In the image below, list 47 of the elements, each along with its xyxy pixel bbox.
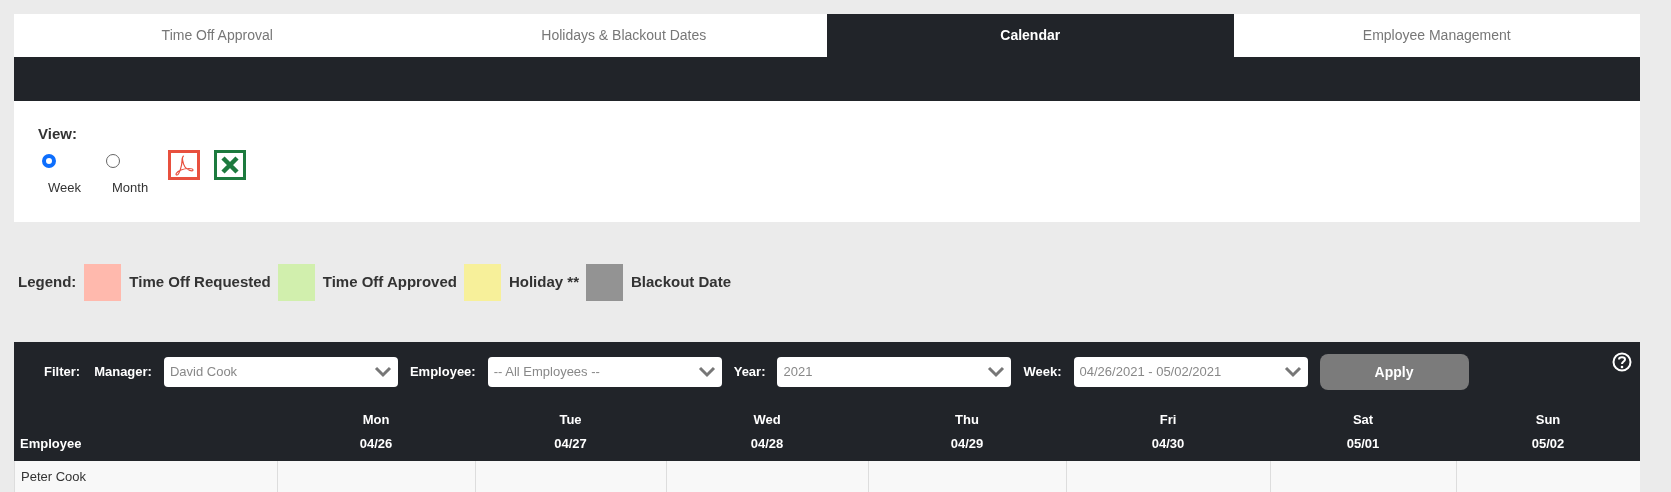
filter-label: Filter: <box>44 363 81 382</box>
day-header: Tue <box>559 411 582 429</box>
help-icon[interactable] <box>1612 352 1632 372</box>
field-label: Manager: <box>94 363 152 382</box>
date-header: 05/01 <box>1346 434 1380 453</box>
date-header: 04/26 <box>359 434 393 453</box>
pdf-icon[interactable] <box>168 149 200 180</box>
legend-text: Time Off Approved <box>322 271 457 292</box>
dropdown[interactable]: 2021 <box>777 357 1012 387</box>
date-header: 04/29 <box>950 434 984 453</box>
tab[interactable]: Holidays & Blackout Dates <box>420 14 827 57</box>
day-header: Wed <box>753 411 781 429</box>
spreadsheet-icon[interactable] <box>214 149 246 180</box>
field-label: Employee: <box>409 363 476 382</box>
legend-text: Blackout Date <box>631 271 731 292</box>
table-cell: Peter Cook <box>14 461 277 492</box>
day-header: Sat <box>1352 411 1374 429</box>
field-label: Week: <box>1023 363 1062 382</box>
legend-text: Time Off Requested <box>129 271 271 292</box>
date-header: 05/02 <box>1531 434 1565 453</box>
chevron-down-icon <box>697 366 716 378</box>
apply-button[interactable]: Apply <box>1319 354 1469 390</box>
dropdown[interactable]: -- All Employees -- <box>487 357 722 387</box>
column-header: Employee <box>20 434 82 453</box>
view-label: View: <box>38 124 77 144</box>
day-header: Fri <box>1159 411 1177 429</box>
dropdown[interactable]: David Cook <box>163 357 398 387</box>
day-header: Sun <box>1535 411 1561 429</box>
radio-button[interactable] <box>106 153 120 168</box>
day-header: Mon <box>362 411 390 429</box>
tab[interactable]: Time Off Approval <box>14 14 421 57</box>
date-header: 04/28 <box>750 434 784 453</box>
date-header: 04/30 <box>1151 434 1185 453</box>
tab[interactable]: Employee Management <box>1233 14 1640 57</box>
day-header: Thu <box>955 411 979 429</box>
date-header: 04/27 <box>554 434 587 453</box>
chevron-down-icon <box>1283 366 1302 378</box>
legend-text: Holiday ** <box>508 271 579 292</box>
radio-label: Week <box>48 178 81 197</box>
chevron-down-icon <box>987 366 1006 378</box>
field-label: Year: <box>733 363 766 382</box>
radio-button[interactable] <box>42 153 56 168</box>
radio-label: Month <box>112 178 149 197</box>
chevron-down-icon <box>373 366 392 378</box>
dropdown[interactable]: 04/26/2021 - 05/02/2021 <box>1073 357 1308 387</box>
tab[interactable]: Calendar <box>827 14 1234 57</box>
legend-label: Legend: <box>18 271 77 292</box>
